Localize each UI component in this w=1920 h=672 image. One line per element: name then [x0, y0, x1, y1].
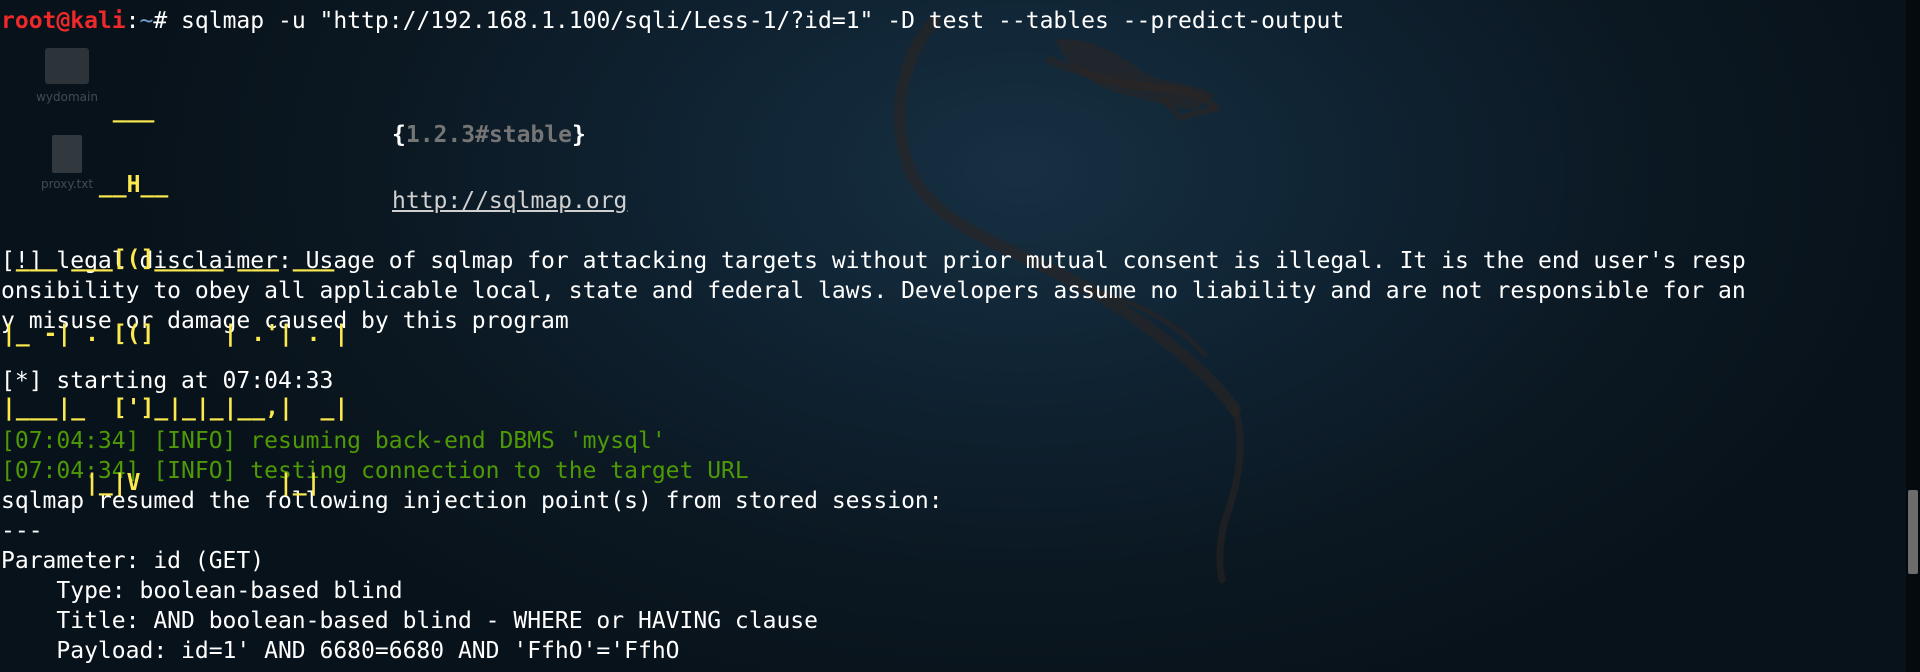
sqlmap-version: {1.2.3#stable}	[392, 120, 586, 150]
type-line: Type: boolean-based blind	[1, 578, 403, 604]
banner-art-line: |_ -| . [(] | .'| . |	[2, 320, 349, 347]
sqlmap-ascii-logo: ___ __H__ ___ ___[(]_____ ___ ___ |_ -| …	[2, 47, 362, 572]
terminal-window[interactable]: wydomain proxy.txt root@kali:~# sqlmap -…	[0, 0, 1920, 672]
terminal-output[interactable]: root@kali:~# sqlmap -u "http://192.168.1…	[1, 6, 1898, 666]
banner-art-line: __H__	[2, 171, 169, 198]
prompt-separator: :	[125, 8, 140, 34]
scrollbar-track[interactable]	[1906, 0, 1920, 672]
prompt-user: root@kali	[1, 8, 126, 34]
banner-art-line: |_|V |_|	[2, 469, 363, 496]
banner-art-line: |___|_ [']_|_|_|__,| _|	[2, 395, 349, 421]
sqlmap-banner: ___ __H__ ___ ___[(]_____ ___ ___ |_ -| …	[1, 36, 1898, 494]
command-text: sqlmap -u "http://192.168.1.100/sqli/Les…	[181, 8, 1345, 34]
version-number: 1.2.3#stable	[405, 122, 573, 148]
banner-art-line: ___	[2, 97, 155, 123]
version-brace-open: {	[392, 122, 406, 148]
payload-line: Payload: id=1' AND 6680=6680 AND 'FfhO'=…	[1, 638, 680, 664]
command-line: root@kali:~# sqlmap -u "http://192.168.1…	[1, 6, 1898, 36]
banner-art-line: ___ ___[(]_____ ___ ___	[2, 246, 349, 272]
version-brace-close: }	[572, 122, 586, 148]
prompt-symbol: #	[153, 8, 182, 34]
scrollbar-thumb[interactable]	[1908, 490, 1918, 574]
sqlmap-site-link[interactable]: http://sqlmap.org	[392, 186, 627, 216]
title-line: Title: AND boolean-based blind - WHERE o…	[1, 608, 818, 634]
prompt-directory: ~	[139, 8, 154, 34]
